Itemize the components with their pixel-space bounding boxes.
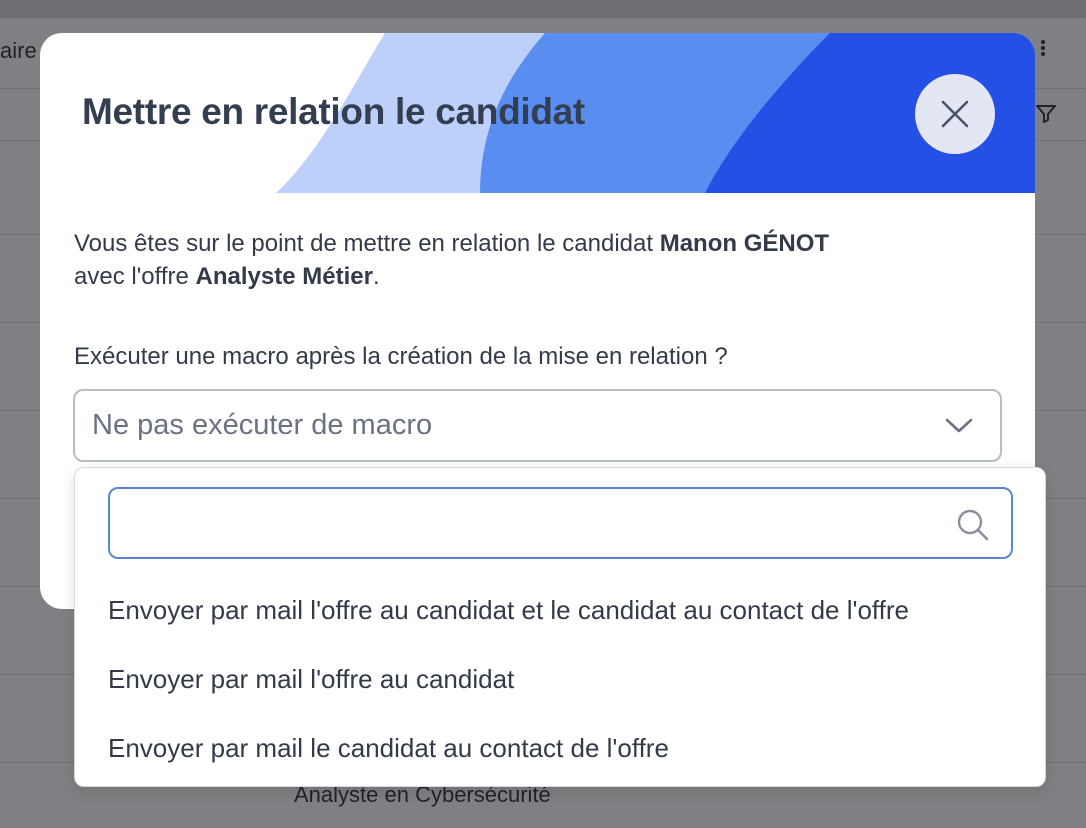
chevron-down-icon (945, 418, 973, 433)
intro-suffix: . (372, 263, 380, 290)
filter-icon[interactable] (1034, 102, 1058, 131)
background-topbar (0, 0, 1086, 18)
intro-text: Vous êtes sur le point de mettre en rela… (74, 227, 1001, 293)
macro-label: Exécuter une macro après la création de … (74, 343, 728, 370)
background-text-fragment: aire (0, 38, 37, 63)
intro-middle: avec l'offre (74, 263, 196, 290)
candidate-name: Manon GÉNOT (659, 230, 830, 257)
offer-name: Analyste Métier (195, 263, 373, 290)
intro-prefix: Vous êtes sur le point de mettre en rela… (74, 230, 660, 257)
dropdown-search-input[interactable] (110, 489, 950, 555)
close-icon (941, 100, 969, 128)
modal-title: Mettre en relation le candidat (82, 91, 585, 132)
kebab-menu-icon[interactable] (1040, 38, 1046, 62)
close-button[interactable] (915, 74, 995, 154)
macro-select-value: Ne pas exécuter de macro (92, 409, 433, 441)
macro-dropdown: Envoyer par mail l'offre au candidat et … (74, 467, 1046, 787)
search-icon (957, 509, 989, 541)
dropdown-option[interactable]: Envoyer par mail l'offre au candidat (108, 664, 514, 695)
dropdown-option[interactable]: Envoyer par mail le candidat au contact … (108, 733, 669, 764)
modal-body: Vous êtes sur le point de mettre en rela… (40, 193, 1035, 371)
dropdown-search-field[interactable] (108, 487, 1013, 559)
macro-select[interactable]: Ne pas exécuter de macro (73, 389, 1002, 462)
dropdown-option[interactable]: Envoyer par mail l'offre au candidat et … (108, 595, 909, 626)
modal-header: Mettre en relation le candidat (40, 33, 1035, 193)
